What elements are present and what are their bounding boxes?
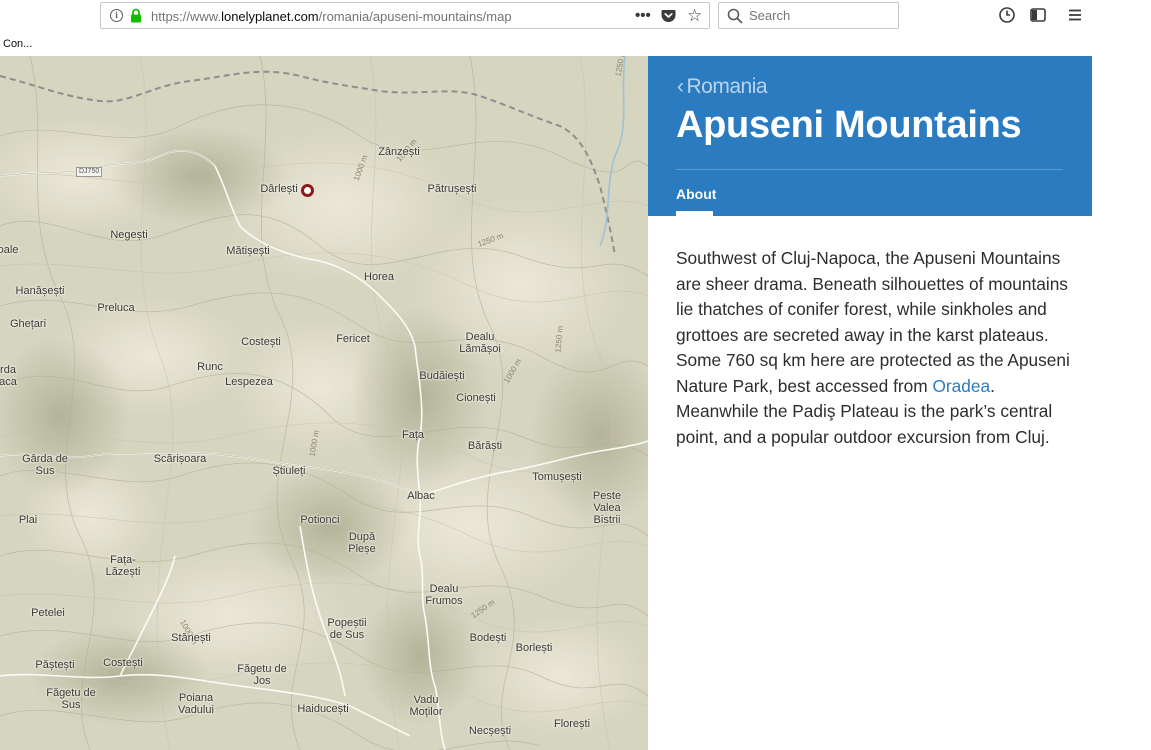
road-label: DJ750	[76, 167, 103, 177]
page-actions-menu-icon[interactable]: •••	[635, 7, 651, 24]
place-label: Zânzești	[378, 146, 420, 158]
info-icon[interactable]: i	[110, 9, 123, 22]
place-label: După	[348, 531, 376, 543]
location-marker[interactable]	[301, 184, 314, 197]
place-label: Pătrușești	[427, 183, 477, 195]
bookmark-item[interactable]: Con...	[3, 38, 32, 50]
place-label: rda	[0, 364, 16, 376]
place-label: Necșești	[468, 725, 512, 737]
place-label: Scărișoara	[153, 453, 207, 465]
place-label: Horea	[364, 271, 394, 283]
place-label: Haiducești	[297, 703, 349, 715]
page-title: Apuseni Mountains	[676, 104, 1022, 146]
place-label: Bistrii	[593, 514, 621, 526]
search-bar[interactable]	[718, 2, 899, 29]
place-label: Negești	[110, 229, 148, 241]
place-label: Lăzești	[105, 566, 141, 578]
place-label: Popeștii	[327, 617, 367, 629]
chevron-left-icon: ‹	[677, 75, 684, 98]
place-label: aca	[0, 376, 17, 388]
place-label: Gârda de	[22, 453, 68, 465]
place-label: Sus	[61, 699, 81, 711]
place-label: Cionești	[456, 392, 496, 404]
place-label: Jos	[253, 675, 271, 687]
sidebar-icon[interactable]	[1029, 6, 1047, 24]
info-panel: ‹ Romania Apuseni Mountains About Southwe…	[648, 56, 1092, 750]
place-label: Dealu	[465, 331, 495, 343]
place-label: Fața	[401, 429, 425, 441]
place-label: Lămășoi	[459, 343, 501, 355]
pocket-icon[interactable]	[661, 9, 676, 23]
place-label: Moților	[409, 706, 443, 718]
address-bar[interactable]: i https://www.lonelyplanet.com/romania/a…	[100, 2, 710, 29]
place-label: de Sus	[329, 629, 365, 641]
search-input[interactable]	[749, 8, 889, 23]
place-label: Costești	[241, 336, 281, 348]
place-label: Mătișești	[226, 245, 270, 257]
lock-icon[interactable]	[130, 8, 142, 23]
header-divider	[676, 169, 1063, 170]
place-label: Făgetu de	[46, 687, 96, 699]
place-label: Tomușești	[532, 471, 582, 483]
place-label: Potionci	[300, 514, 340, 526]
place-label: Costești	[103, 657, 143, 669]
place-label: Valea	[593, 502, 621, 514]
place-label: Plai	[18, 514, 38, 526]
place-label: Runc	[197, 361, 223, 373]
place-label: Hanășești	[15, 285, 65, 297]
place-label: Dârlești	[260, 183, 298, 195]
tab-about[interactable]: About	[676, 186, 716, 202]
place-label: Bărăști	[467, 440, 503, 452]
history-clock-icon[interactable]	[998, 6, 1016, 24]
place-label: Petelei	[31, 607, 65, 619]
place-label: Sus	[35, 465, 55, 477]
description-text: Southwest of Cluj-Napoca, the Apuseni Mo…	[676, 248, 1070, 447]
place-label: Albac	[407, 490, 435, 502]
back-to-romania-link[interactable]: ‹ Romania	[677, 75, 768, 99]
place-label: Pleșe	[348, 543, 376, 555]
active-tab-indicator	[676, 211, 713, 216]
bookmark-star-icon[interactable]: ☆	[687, 6, 702, 26]
bookmarks-toolbar: Con...	[0, 32, 1151, 56]
place-label: Budăiești	[419, 370, 465, 382]
topographic-map[interactable]: DJ750 1000 m 1000 m 1250 m 1250 m 1250 m…	[0, 56, 648, 750]
place-label: Preluca	[97, 302, 135, 314]
place-label: Știuleți	[272, 465, 306, 477]
panel-header: ‹ Romania Apuseni Mountains About	[648, 56, 1092, 216]
url-text[interactable]: https://www.lonelyplanet.com/romania/apu…	[151, 9, 512, 24]
place-label: Poiana	[178, 692, 214, 704]
oradea-link[interactable]: Oradea	[932, 376, 990, 396]
search-icon	[727, 8, 743, 24]
place-label: Dealu	[429, 583, 459, 595]
place-label: Fața-	[110, 554, 136, 566]
browser-toolbar: i https://www.lonelyplanet.com/romania/a…	[0, 0, 1151, 32]
place-label: Păștești	[35, 659, 75, 671]
place-label: Fericet	[336, 333, 370, 345]
place-label: Florești	[553, 718, 591, 730]
place-label: Lespezea	[225, 376, 273, 388]
place-label: oale	[0, 244, 19, 256]
place-label: Făgetu de	[237, 663, 287, 675]
back-link-label: Romania	[686, 75, 768, 98]
place-label: Vadu	[413, 694, 439, 706]
place-label: Stănești	[171, 632, 211, 644]
place-label: Frumos	[425, 595, 463, 607]
place-label: Borlești	[515, 642, 553, 654]
place-label: Peste	[592, 490, 622, 502]
hamburger-menu-icon[interactable]	[1066, 6, 1084, 24]
place-label: Vadului	[178, 704, 214, 716]
place-label: Ghețari	[9, 318, 47, 330]
place-label: Bodești	[469, 632, 507, 644]
